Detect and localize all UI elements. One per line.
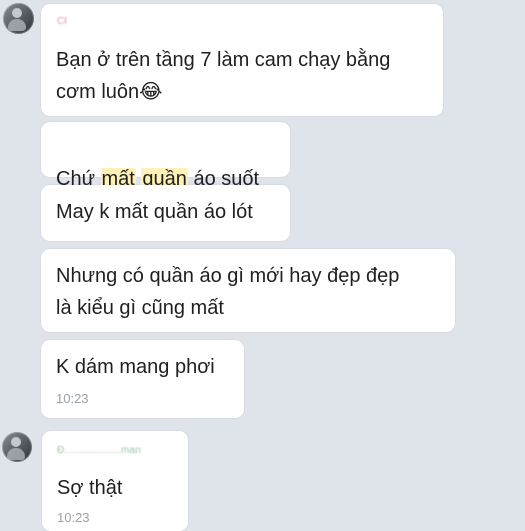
message-bubble-6: Đ...................man Sợ thật 10:23 (42, 431, 188, 531)
message-bubble-2: Chứ mất quần áo suốt (41, 122, 290, 190)
message-text: K dám mang phơi (56, 356, 215, 378)
message-bubble-3: May k mất quần áo lót (41, 185, 290, 241)
sender-name: Cł (57, 16, 67, 27)
message-bubble-1: Cł Bạn ở trên tầng 7 làm cam chạy bằng c… (41, 4, 443, 116)
contact-avatar-icon[interactable] (2, 432, 32, 462)
contact-avatar-icon[interactable] (3, 3, 34, 34)
chat-screen: { "chat": { "messages": [ { "sender_name… (0, 0, 525, 531)
message-text: Bạn ở trên tầng 7 làm cam chạy bằng cơm … (56, 49, 391, 103)
message-bubble-4: Nhưng có quần áo gì mới hay đẹp đẹp là k… (41, 249, 455, 332)
message-bubble-5: K dám mang phơi 10:23 (41, 340, 244, 418)
message-time: 10:23 (56, 391, 89, 406)
message-time: 10:23 (57, 510, 90, 525)
sender-name: Đ...................man (57, 445, 142, 456)
message-text: May k mất quần áo lót (56, 201, 253, 223)
message-text: Nhưng có quần áo gì mới hay đẹp đẹp là k… (56, 265, 400, 319)
message-text: Sợ thật (57, 477, 123, 499)
